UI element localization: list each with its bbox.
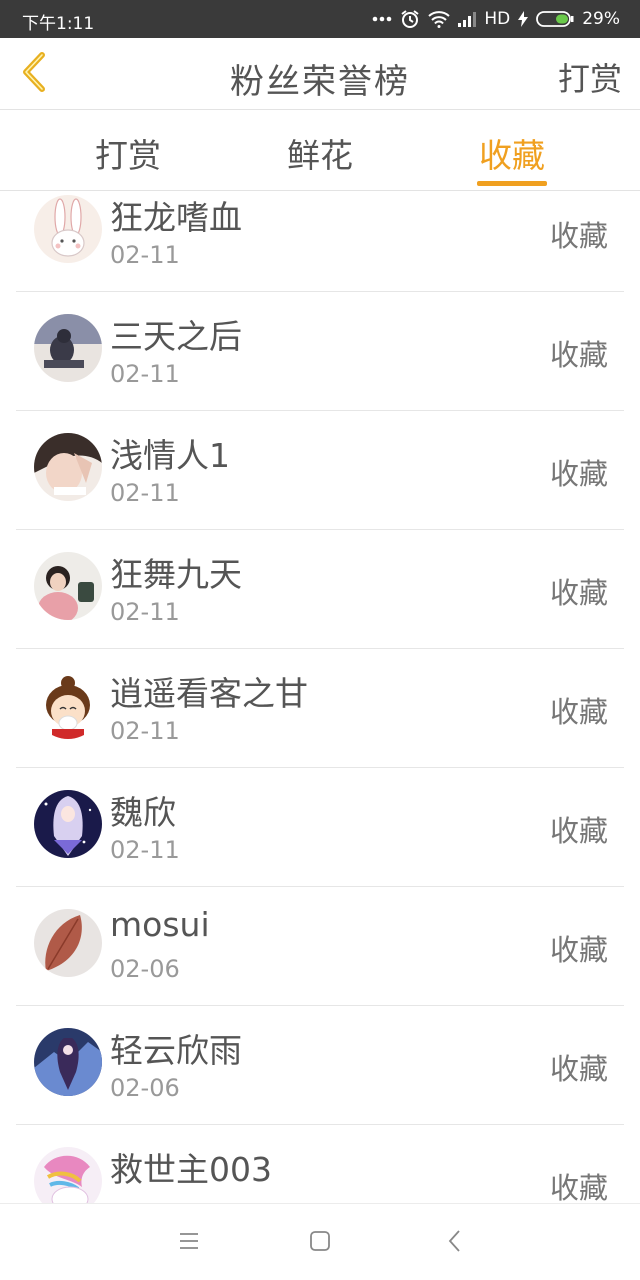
network-type-label: HD (484, 9, 511, 29)
fan-name: 逍遥看客之甘 (110, 674, 308, 713)
leaf-avatar (34, 909, 102, 977)
fan-name: mosui (110, 905, 210, 944)
fan-action: 收藏 (549, 219, 608, 253)
fan-list[interactable]: 狂龙嗜血 02-11 收藏 三天之后 02-11 收藏 浅情人1 02-11 收… (0, 192, 640, 1203)
fan-date: 02-06 (110, 1074, 180, 1102)
charging-icon (518, 11, 529, 27)
rabbit-avatar (34, 195, 102, 263)
page-title: 粉丝荣誉榜 (230, 62, 410, 102)
home-square-icon (309, 1230, 331, 1256)
system-nav-bar (0, 1203, 640, 1280)
list-item[interactable]: 狂龙嗜血 02-11 收藏 (16, 192, 624, 292)
menu-icon (178, 1232, 200, 1254)
fan-date: 02-11 (110, 836, 180, 864)
header: 粉丝荣誉榜 打赏 (0, 38, 640, 110)
more-dots-icon (372, 16, 392, 22)
battery-level: 29% (582, 9, 620, 29)
back-arrow-icon (447, 1229, 463, 1257)
girl-photo-avatar (34, 433, 102, 501)
fan-name: 救世主003 (110, 1150, 272, 1189)
list-item[interactable]: 三天之后 02-11 收藏 (16, 292, 624, 411)
fan-action: 收藏 (549, 814, 608, 848)
fan-action: 收藏 (549, 933, 608, 967)
alarm-icon (400, 9, 420, 29)
wifi-icon (428, 10, 450, 28)
cartoon-kid-avatar (34, 671, 102, 739)
tab-favorites[interactable]: 收藏 (452, 129, 572, 177)
list-item[interactable]: 浅情人1 02-11 收藏 (16, 411, 624, 530)
status-time: 下午1:11 (22, 14, 95, 34)
fan-action: 收藏 (549, 338, 608, 372)
pony-avatar (34, 1147, 102, 1203)
fan-date: 02-06 (110, 955, 180, 983)
list-item[interactable]: 救世主003 收藏 (16, 1125, 624, 1203)
fan-date: 02-11 (110, 717, 180, 745)
back-nav-button[interactable] (440, 1228, 470, 1258)
fan-date: 02-11 (110, 598, 180, 626)
menu-button[interactable] (174, 1228, 204, 1258)
home-button[interactable] (305, 1228, 335, 1258)
fan-action: 收藏 (549, 695, 608, 729)
fan-action: 收藏 (549, 1171, 608, 1203)
fan-action: 收藏 (549, 576, 608, 610)
fan-action: 收藏 (549, 1052, 608, 1086)
fan-name: 轻云欣雨 (110, 1031, 242, 1070)
anime-blue-avatar (34, 1028, 102, 1096)
fan-name: 魏欣 (110, 793, 176, 832)
list-item[interactable]: mosui 02-06 收藏 (16, 887, 624, 1006)
fan-date: 02-11 (110, 241, 180, 269)
list-item[interactable]: 狂舞九天 02-11 收藏 (16, 530, 624, 649)
signal-icon (458, 11, 477, 27)
tab-flowers[interactable]: 鲜花 (260, 129, 380, 177)
fan-name: 浅情人1 (110, 436, 230, 475)
person-sitting-avatar (34, 314, 102, 382)
fan-action: 收藏 (549, 457, 608, 491)
girl-pink-avatar (34, 552, 102, 620)
fan-date: 02-11 (110, 360, 180, 388)
battery-icon (536, 11, 574, 27)
active-tab-indicator (477, 181, 547, 186)
list-item[interactable]: 逍遥看客之甘 02-11 收藏 (16, 649, 624, 768)
tab-bar: 打赏 鲜花 收藏 (0, 111, 640, 191)
list-item[interactable]: 魏欣 02-11 收藏 (16, 768, 624, 887)
fan-date: 02-11 (110, 479, 180, 507)
tip-button[interactable]: 打赏 (558, 54, 622, 100)
fan-name: 三天之后 (110, 317, 242, 356)
tab-tip[interactable]: 打赏 (68, 129, 188, 177)
anime-girl-avatar (34, 790, 102, 858)
fan-name: 狂龙嗜血 (110, 198, 242, 237)
list-item[interactable]: 轻云欣雨 02-06 收藏 (16, 1006, 624, 1125)
fan-name: 狂舞九天 (110, 555, 242, 594)
status-bar: 下午1:11 HD 29% (0, 0, 640, 38)
status-icons: HD 29% (372, 9, 620, 29)
